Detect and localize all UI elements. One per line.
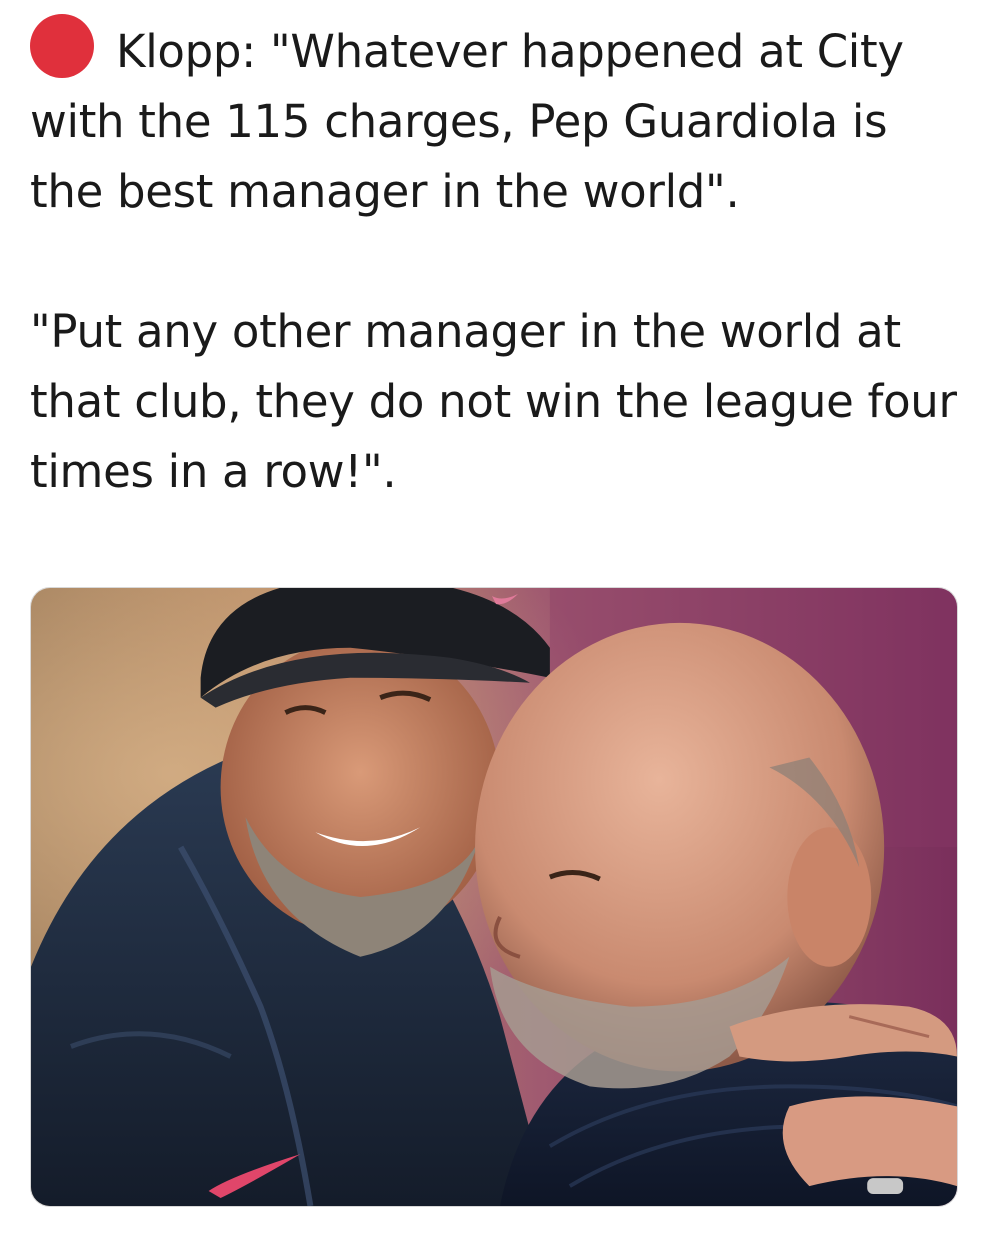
tweet-paragraph-1: Klopp: "Whatever happened at City with t… [30, 14, 960, 227]
tweet-paragraph-2: "Put any other manager in the world at t… [30, 305, 957, 498]
red-circle-icon [30, 14, 94, 78]
photo-illustration [31, 588, 957, 1206]
tweet-quote-1: Klopp: "Whatever happened at City with t… [30, 25, 904, 218]
tweet-photo[interactable] [30, 587, 958, 1207]
tweet-text: Klopp: "Whatever happened at City with t… [30, 14, 960, 507]
